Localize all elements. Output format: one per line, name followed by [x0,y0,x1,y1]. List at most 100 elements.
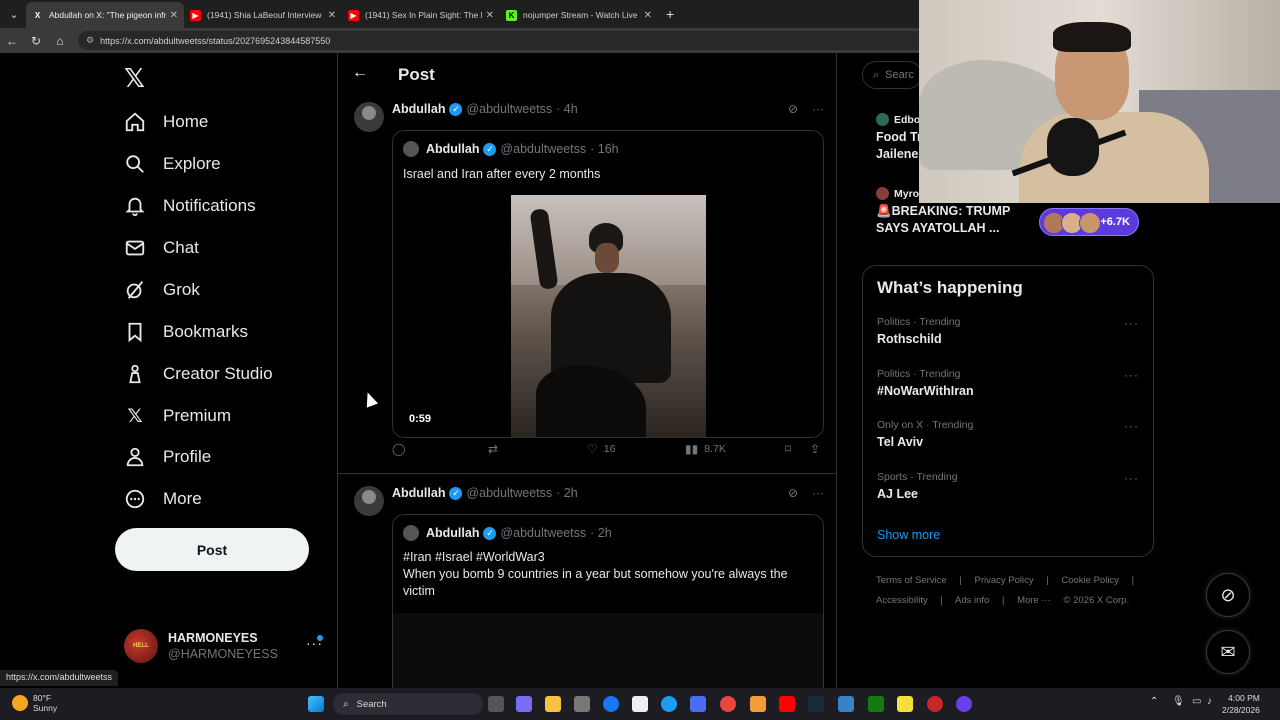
like-button[interactable]: ♡ 16 [587,442,615,456]
share-button[interactable]: ⇪ [810,442,826,456]
browser-tab[interactable]: ▶ (1941) Sex In Plain Sight: The Figu ✕ [342,2,500,28]
volume-icon[interactable]: ♪ [1207,696,1212,707]
grok-icon[interactable]: ⊘ [788,486,798,500]
nav-item-notifications[interactable]: Notifications [124,189,256,223]
search-input[interactable]: ⌕ Searc [862,61,922,89]
trend-item[interactable]: Politics · Trending #NoWarWithIran ··· [877,368,1147,398]
video-player[interactable]: 0:59 [393,193,823,437]
repost-button[interactable]: ⇄ [488,442,504,456]
chrome-icon[interactable] [720,696,736,712]
browser-tab[interactable]: X Abdullah on X: "The pigeon infront ✕ [26,2,184,28]
more-icon[interactable]: ··· [812,102,824,116]
author-name[interactable]: Abdullah [392,486,445,500]
more-link[interactable]: More ··· [1017,595,1051,606]
clock-date: 2/28/2026 [1222,705,1260,715]
trend-category: Politics · Trending [877,368,961,380]
live-title: 🚨BREAKING: TRUMP [876,204,1011,218]
terms-link[interactable]: Terms of Service [876,575,947,586]
edge-icon[interactable] [661,696,677,712]
bookmark-button[interactable]: ⌑ [785,442,797,456]
steam-icon[interactable] [808,696,824,712]
quoted-tweet[interactable]: Abdullah ✓ @abdultweetss · 16h Israel an… [392,130,824,438]
reload-icon[interactable]: ↻ [24,34,48,48]
url-input[interactable]: ⚙ https://x.com/abdultweetss/status/2027… [78,31,978,50]
app-icon[interactable] [838,696,854,712]
more-icon[interactable]: ··· [812,486,824,500]
x-logo-icon[interactable]: 𝕏 [124,63,145,94]
accessibility-link[interactable]: Accessibility [876,595,928,606]
nav-item-grok[interactable]: Grok [124,273,200,307]
live-listeners-pill[interactable]: +6.7K [1039,208,1139,236]
nav-item-creator-studio[interactable]: Creator Studio [124,357,273,391]
avatar[interactable] [354,486,384,516]
amazon-icon[interactable] [632,696,648,712]
file-explorer-icon[interactable] [545,696,561,712]
tweet-time[interactable]: · 4h [556,102,578,116]
author-name[interactable]: Abdullah [392,102,445,116]
close-icon[interactable]: ✕ [644,10,652,21]
grok-fab-button[interactable]: ⊘ [1206,573,1250,617]
nav-item-profile[interactable]: Profile [124,440,211,474]
post-button[interactable]: Post [115,528,309,571]
site-info-icon[interactable]: ⚙ [86,35,94,46]
repost-icon: ⇄ [488,442,499,456]
new-tab-icon[interactable]: + [666,6,674,22]
notes-icon[interactable] [897,696,913,712]
nav-item-bookmarks[interactable]: Bookmarks [124,315,248,349]
weather-widget[interactable]: 80°F Sunny [12,693,57,713]
cookie-link[interactable]: Cookie Policy [1061,575,1119,586]
calculator-icon[interactable] [690,696,706,712]
tray-chevron-icon[interactable]: ⌃ [1150,696,1158,707]
avatar[interactable] [354,102,384,132]
nav-item-explore[interactable]: Explore [124,147,221,181]
trend-item[interactable]: Only on X · Trending Tel Aviv ··· [877,419,1147,449]
trend-item[interactable]: Politics · Trending Rothschild ··· [877,316,1147,346]
close-icon[interactable]: ✕ [486,10,494,21]
account-switcher[interactable]: HELL HARMONEYES @HARMONEYESS ··· [124,629,323,663]
views-button[interactable]: ▮▮ 8.7K [685,442,726,456]
browser-tab[interactable]: ▶ (1941) Shia LaBeouf Interview - Yo ✕ [184,2,342,28]
close-icon[interactable]: ✕ [328,10,336,21]
task-view-icon[interactable] [488,696,504,712]
tweet-time[interactable]: · 2h [556,486,578,500]
copilot-icon[interactable] [516,696,532,712]
privacy-link[interactable]: Privacy Policy [975,575,1034,586]
author-handle[interactable]: @abdultweetss [466,102,552,116]
tab-search-icon[interactable]: ⌄ [2,3,26,25]
facebook-icon[interactable] [603,696,619,712]
browser-tab[interactable]: K nojumper Stream - Watch Live ✕ [500,2,658,28]
obs-icon[interactable] [956,696,972,712]
chat-fab-button[interactable]: ✉ [1206,630,1250,674]
taskbar-search[interactable]: ⌕ Search [333,693,483,715]
nav-item-home[interactable]: Home [124,105,208,139]
more-icon[interactable]: ··· [1124,368,1139,382]
more-icon[interactable]: ··· [1124,471,1139,485]
network-icon[interactable]: ▭ [1192,696,1201,707]
taskbar-clock[interactable]: 4:00 PM 2/28/2026 [1222,692,1260,716]
more-icon[interactable]: ··· [1124,419,1139,433]
reply-button[interactable]: ◯ [392,442,411,456]
trend-item[interactable]: Sports · Trending AJ Lee ··· [877,471,1147,501]
app-icon[interactable] [750,696,766,712]
close-icon[interactable]: ✕ [170,10,178,21]
nav-item-more[interactable]: More [124,482,202,516]
windows-start-icon[interactable] [308,696,324,712]
xbox-icon[interactable] [868,696,884,712]
more-icon[interactable]: ··· [1124,316,1139,330]
nav-item-chat[interactable]: Chat [124,231,199,265]
author-handle[interactable]: @abdultweetss [466,486,552,500]
ads-info-link[interactable]: Ads info [955,595,989,606]
home-icon[interactable]: ⌂ [48,34,72,48]
back-icon[interactable]: ← [0,34,24,48]
youtube-icon[interactable] [779,696,795,712]
store-icon[interactable] [574,696,590,712]
tweet[interactable]: Abdullah ✓ @abdultweetss · 4h ⊘ ··· Abdu… [338,98,836,473]
mic-icon[interactable]: 🎙 [1172,696,1185,707]
tweet[interactable]: Abdullah ✓ @abdultweetss · 2h ⊘ ··· Abdu… [338,482,836,720]
back-arrow-icon[interactable]: ← [352,64,368,82]
show-more-link[interactable]: Show more [877,528,940,542]
grok-icon[interactable]: ⊘ [788,102,798,116]
app-icon[interactable] [927,696,943,712]
live-item[interactable]: Edbo Food Tr Jailene [876,113,922,163]
nav-item-premium[interactable]: 𝕏 Premium [124,399,231,433]
